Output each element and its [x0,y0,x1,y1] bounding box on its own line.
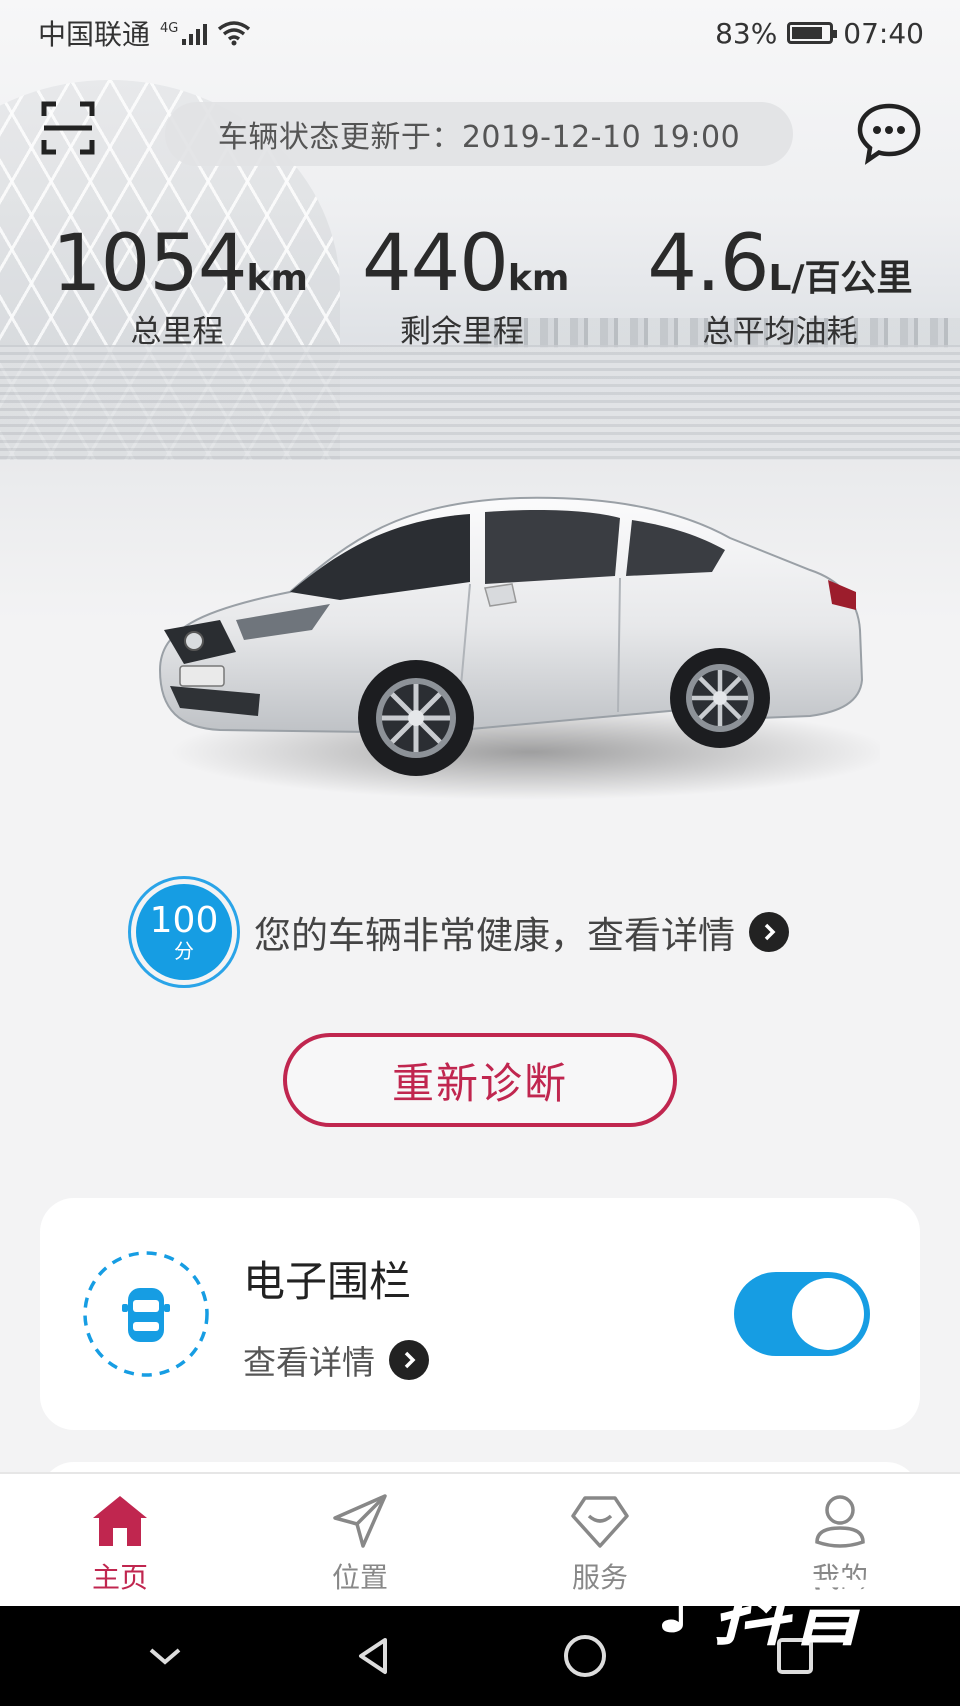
health-score-badge: 100 分 [128,876,240,988]
nav-home[interactable]: 主页 [0,1474,240,1606]
service-icon [571,1496,629,1548]
update-time-text: 车辆状态更新于：2019-12-10 19:00 [217,120,741,155]
remaining-range-label: 剩余里程 [400,314,524,350]
nav-service-label: 服务 [571,1561,628,1594]
rediagnose-label: 重新诊断 [391,1058,568,1108]
network-type: 4G [160,21,179,36]
douyin-watermark: ♪ 抖音 [655,1550,915,1660]
location-arrow-icon [333,1494,387,1548]
message-icon[interactable] [856,100,922,166]
remaining-range-value: 440 [362,219,509,309]
avg-fuel-stat: 4.6L/百公里 总平均油耗 [630,222,930,351]
health-score-value: 100 [149,900,219,941]
avg-fuel-value: 4.6 [647,219,769,309]
geofence-title: 电子围栏 [243,1257,412,1306]
home-circle-icon[interactable] [561,1632,609,1680]
chevron-right-icon [389,1340,429,1380]
scan-icon[interactable] [40,100,96,156]
geofence-card: 电子围栏 查看详情 [40,1198,920,1430]
battery-percent: 83% [715,16,778,50]
status-bar: 中国联通 4G 83% 07:40 [0,0,960,66]
avg-fuel-unit: L/百公里 [768,258,913,299]
clock: 07:40 [843,16,924,50]
total-mileage-label: 总里程 [130,314,224,350]
geofence-details-link[interactable]: 查看详情 [243,1336,429,1384]
carrier-name: 中国联通 [38,18,151,51]
chevron-down-icon[interactable] [141,1632,189,1680]
health-message: 您的车辆非常健康，查看详情 [254,914,735,957]
total-mileage-stat: 1054km 总里程 [52,219,308,351]
remaining-range-stat: 440km 剩余里程 [362,219,569,351]
avg-fuel-label: 总平均油耗 [702,314,858,350]
geofence-car-icon [83,1251,209,1377]
music-note-icon: ♪ [655,1557,708,1652]
geofence-details-label: 查看详情 [243,1343,375,1382]
chevron-right-icon[interactable] [749,912,789,952]
nav-location-label: 位置 [331,1561,388,1594]
profile-icon [815,1495,865,1548]
water-backdrop [0,345,960,475]
nav-home-label: 主页 [91,1561,148,1594]
back-icon[interactable] [351,1632,399,1680]
rediagnose-button[interactable]: 重新诊断 [283,1033,677,1127]
total-mileage-value: 1054 [52,219,248,309]
nav-location[interactable]: 位置 [240,1474,480,1606]
geofence-toggle[interactable] [734,1272,870,1356]
battery-icon [787,22,838,44]
watermark-text: 抖音 [713,1567,866,1656]
toggle-knob [792,1278,864,1350]
vehicle-status-update-pill: 车辆状态更新于：2019-12-10 19:00 [165,102,793,166]
wifi-icon [218,21,251,46]
health-score-unit: 分 [174,939,194,963]
car-image [158,496,880,800]
health-summary[interactable]: 100 分 您的车辆非常健康，查看详情 [128,872,789,992]
remaining-range-unit: km [507,258,570,299]
total-mileage-unit: km [246,258,308,299]
signal-icon [182,21,208,45]
home-icon [93,1496,147,1546]
